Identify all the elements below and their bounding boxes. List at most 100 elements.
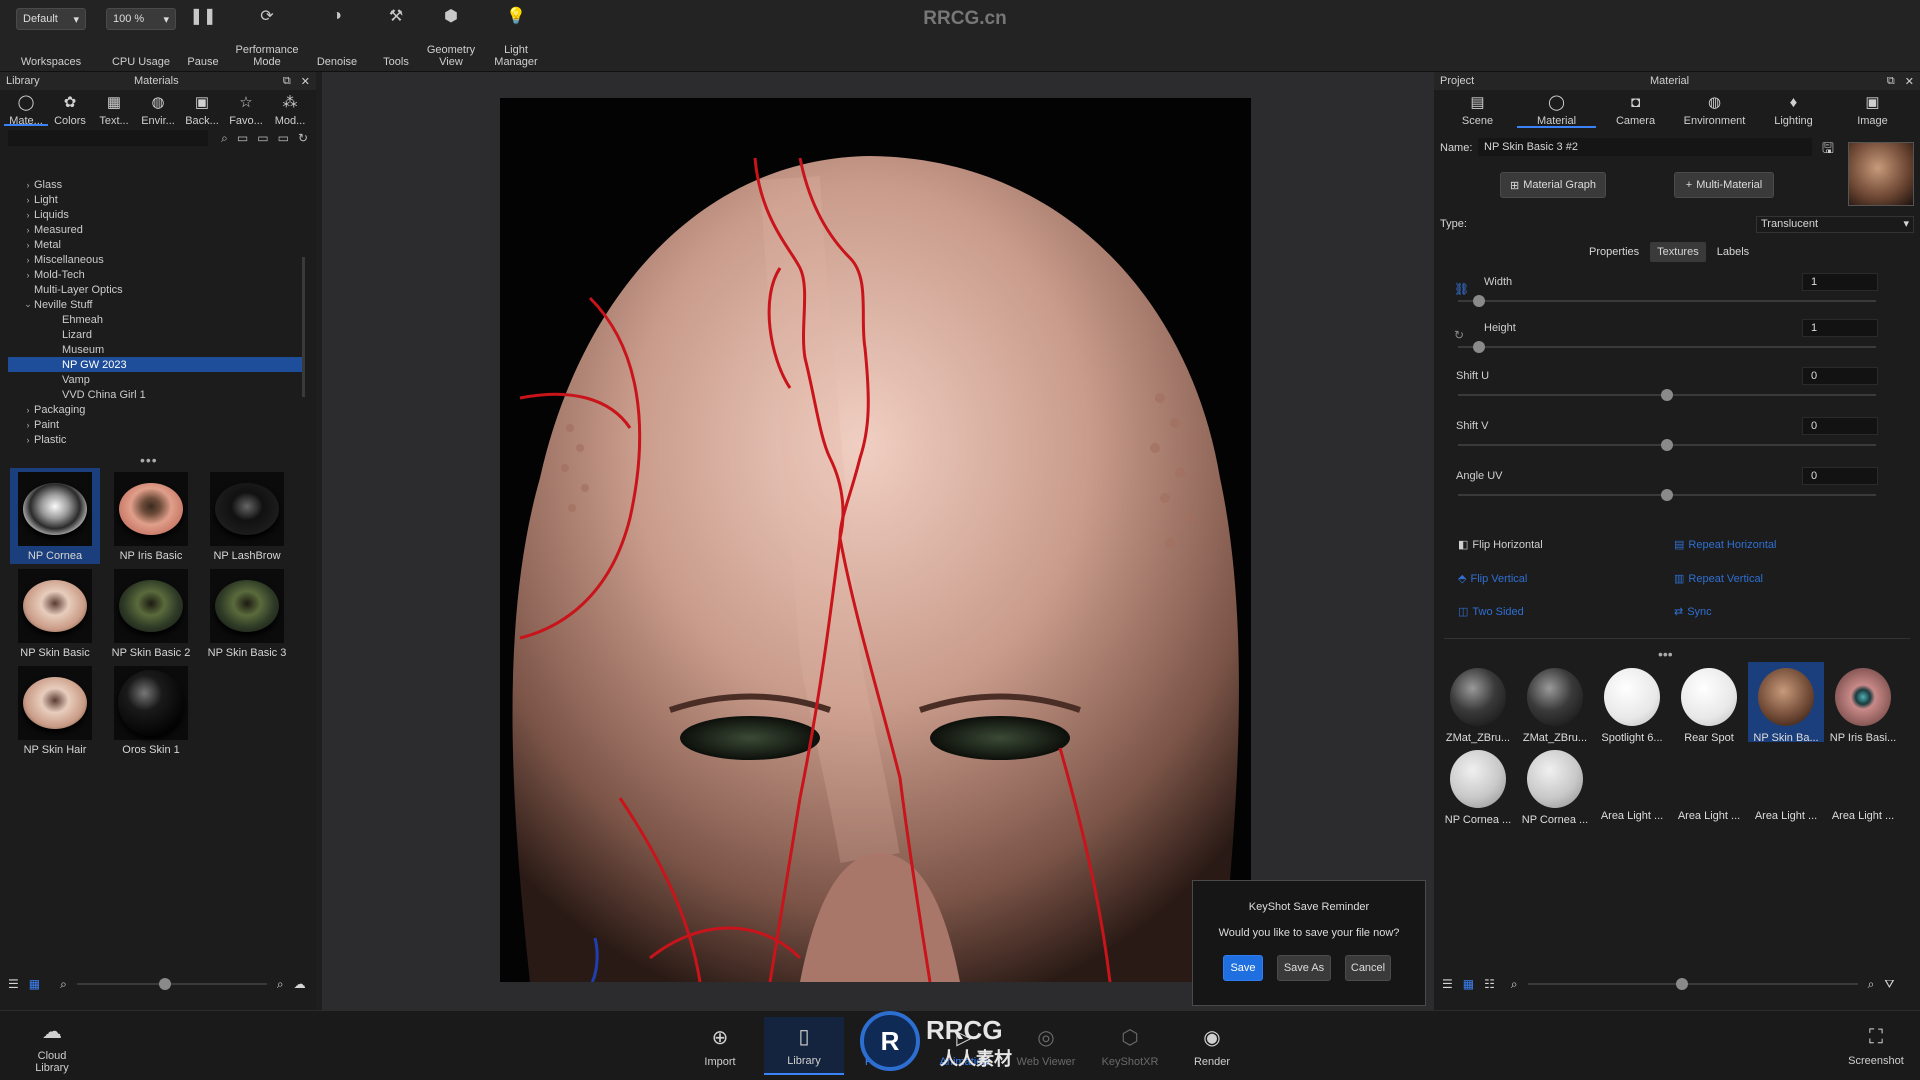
sync-option[interactable]: ⇄ Sync — [1674, 605, 1712, 619]
tree-item[interactable]: › Plastic — [8, 432, 304, 447]
tree-item[interactable]: › Measured — [8, 222, 304, 237]
tab-palette[interactable]: ✿ Colors — [48, 90, 92, 127]
subtab-properties[interactable]: Properties — [1582, 242, 1646, 262]
chevron-right-icon[interactable]: › — [22, 435, 34, 445]
list-view-icon[interactable]: ☰ — [8, 977, 19, 991]
prop-value-input[interactable]: 1 — [1802, 319, 1878, 337]
prop-value-input[interactable]: 0 — [1802, 417, 1878, 435]
chevron-right-icon[interactable]: › — [22, 210, 34, 220]
render-button[interactable]: ◉ Render — [1172, 1017, 1252, 1075]
save-material-icon[interactable]: 🖫 — [1822, 138, 1834, 162]
link-icon[interactable]: ⛓ — [1454, 282, 1469, 296]
chevron-right-icon[interactable]: › — [22, 195, 34, 205]
scene-material-item[interactable]: Area Light ... — [1594, 744, 1670, 824]
chevron-right-icon[interactable]: › — [22, 420, 34, 430]
keyshotxr-button[interactable]: ⬡ KeyShotXR — [1090, 1017, 1170, 1075]
scene-material-item[interactable]: Area Light ... — [1671, 744, 1747, 824]
thumbnail-size-slider[interactable] — [76, 978, 267, 990]
scene-material-item[interactable]: NP Cornea ... — [1440, 744, 1516, 826]
close-icon[interactable]: ✕ — [301, 75, 310, 88]
material-thumbnail[interactable]: NP Skin Hair — [10, 662, 100, 758]
tab-scene[interactable]: ▤ Scene — [1438, 90, 1517, 128]
flip-horizontal-option[interactable]: ◧ Flip Horizontal — [1458, 538, 1543, 552]
geometry-view-button[interactable]: ⬢ Geometry View — [422, 4, 480, 68]
tree-item[interactable]: Vamp — [8, 372, 304, 387]
scene-material-item[interactable]: NP Skin Ba... — [1748, 662, 1824, 744]
scene-material-item[interactable]: ZMat_ZBru... — [1440, 662, 1516, 744]
material-thumbnail[interactable]: NP Iris Basic — [106, 468, 196, 564]
tree-item[interactable]: › Glass — [8, 177, 304, 192]
scene-material-item[interactable]: Spotlight 6... — [1594, 662, 1670, 744]
chevron-right-icon[interactable]: › — [22, 270, 34, 280]
type-dropdown[interactable]: Translucent ▾ — [1756, 216, 1914, 233]
prop-value-input[interactable]: 0 — [1802, 367, 1878, 385]
tools-button[interactable]: ⚒ Tools — [376, 4, 416, 68]
remove-folder-icon[interactable]: ▭ — [278, 131, 289, 146]
popout-icon[interactable]: ⧉ — [283, 75, 291, 88]
filter-icon[interactable]: ⛛ — [1884, 977, 1894, 992]
list-view-icon[interactable]: ☰ — [1442, 977, 1453, 991]
tree-item[interactable]: › Light — [8, 192, 304, 207]
subtab-textures[interactable]: Textures — [1650, 242, 1706, 262]
tree-item[interactable]: Multi-Layer Optics — [8, 282, 304, 297]
tab-image[interactable]: ▣ Back... — [180, 90, 224, 127]
material-preview-thumbnail[interactable] — [1848, 142, 1914, 206]
chevron-right-icon[interactable]: › — [22, 225, 34, 235]
save-as-button[interactable]: Save As — [1277, 955, 1331, 981]
prop-slider[interactable] — [1458, 439, 1876, 451]
material-name-input[interactable]: NP Skin Basic 3 #2 — [1478, 138, 1812, 156]
tab-texture[interactable]: ▦ Text... — [92, 90, 136, 127]
cpu-dropdown[interactable]: 100 % ▾ — [106, 8, 176, 30]
tree-item[interactable]: Museum — [8, 342, 304, 357]
scene-material-item[interactable]: ZMat_ZBru... — [1517, 662, 1593, 744]
tree-item[interactable]: › Mold-Tech — [8, 267, 304, 282]
zoom-out-icon[interactable]: ⌕ — [60, 977, 67, 992]
refresh-icon[interactable]: ↻ — [298, 131, 308, 146]
save-button[interactable]: Save — [1223, 955, 1263, 981]
pause-button[interactable]: ❚❚ Pause — [184, 4, 222, 68]
close-icon[interactable]: ✕ — [1905, 75, 1914, 88]
import-button[interactable]: ⊕ Import — [680, 1017, 760, 1075]
chevron-right-icon[interactable]: › — [22, 240, 34, 250]
tree-item[interactable]: VVD China Girl 1 — [8, 387, 304, 402]
tab-star[interactable]: ☆ Favo... — [224, 90, 268, 127]
prop-slider[interactable] — [1458, 295, 1876, 307]
material-thumbnail[interactable]: NP Skin Basic 2 — [106, 565, 196, 661]
tab-lighting[interactable]: ♦ Lighting — [1754, 90, 1833, 128]
material-thumbnail[interactable]: NP Cornea — [10, 468, 100, 564]
grid-view-icon[interactable]: ▦ — [1463, 977, 1474, 991]
tree-item[interactable]: NP GW 2023 — [8, 357, 304, 372]
search-icon[interactable]: ⌕ — [221, 131, 228, 146]
tab-globe[interactable]: ◍ Envir... — [136, 90, 180, 127]
cancel-button[interactable]: Cancel — [1345, 955, 1391, 981]
tree-item[interactable]: Ehmeah — [8, 312, 304, 327]
tab-image[interactable]: ▣ Image — [1833, 90, 1912, 128]
library-search-input[interactable] — [8, 130, 208, 146]
scene-material-item[interactable]: Rear Spot — [1671, 662, 1747, 744]
zoom-out-icon[interactable]: ⌕ — [1511, 977, 1518, 992]
unlink-icon[interactable]: ↻ — [1454, 328, 1464, 342]
material-graph-button[interactable]: ⊞ Material Graph — [1500, 172, 1606, 198]
library-button[interactable]: ▯ Library — [764, 1017, 844, 1075]
tree-scrollbar[interactable] — [302, 257, 305, 397]
two-sided-option[interactable]: ◫ Two Sided — [1458, 605, 1524, 619]
tree-item[interactable]: › Metal — [8, 237, 304, 252]
tree-item[interactable]: Lizard — [8, 327, 304, 342]
popout-icon[interactable]: ⧉ — [1887, 75, 1895, 88]
cpu-usage-control[interactable]: 100 % ▾ CPU Usage — [104, 4, 178, 68]
slider-knob[interactable] — [1661, 489, 1673, 501]
denoise-button[interactable]: ◑ Denoise — [312, 4, 362, 68]
chevron-right-icon[interactable]: › — [22, 405, 34, 415]
tree-view-icon[interactable]: ☷ — [1484, 977, 1495, 991]
material-thumbnail[interactable]: NP Skin Basic — [10, 565, 100, 661]
workspace-dropdown[interactable]: Default ▾ — [16, 8, 86, 30]
grid-view-icon[interactable]: ▦ — [29, 977, 40, 991]
material-thumbnail[interactable]: Oros Skin 1 — [106, 662, 196, 758]
material-thumbnail[interactable]: NP Skin Basic 3 — [202, 565, 292, 661]
slider-knob[interactable] — [158, 978, 171, 990]
slider-knob[interactable] — [1675, 978, 1688, 990]
slider-knob[interactable] — [1661, 389, 1673, 401]
prop-slider[interactable] — [1458, 341, 1876, 353]
tab-material[interactable]: ◯ Mate... — [4, 90, 48, 127]
flip-vertical-option[interactable]: ⬘ Flip Vertical — [1458, 572, 1527, 586]
